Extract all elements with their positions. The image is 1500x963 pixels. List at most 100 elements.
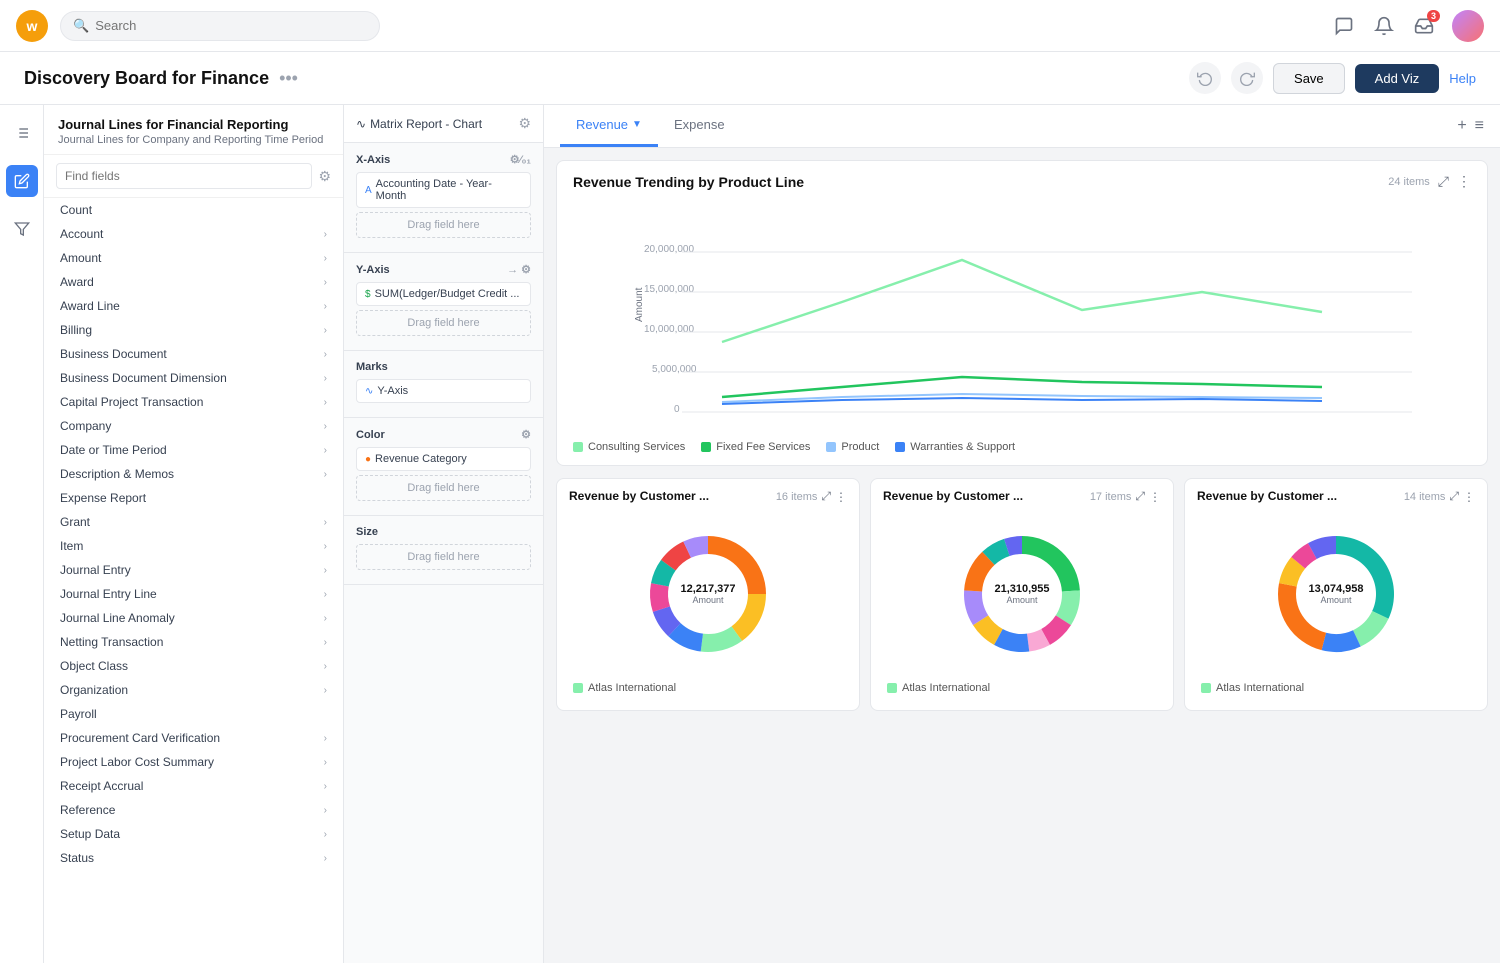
title-area: Discovery Board for Finance ••• (24, 68, 298, 89)
line-chart-title: Revenue Trending by Product Line (573, 174, 804, 190)
tab-revenue[interactable]: Revenue ▼ (560, 105, 658, 147)
tab-expense[interactable]: Expense (658, 105, 741, 147)
tab-actions: + ≡ (1457, 117, 1484, 135)
donut-menu-button[interactable]: ⋮ (1149, 490, 1161, 504)
field-search-input[interactable] (56, 163, 312, 189)
sidebar-icon-filter[interactable] (6, 213, 38, 245)
line-chart-expand-button[interactable]: ⤢ (1438, 173, 1449, 190)
field-item[interactable]: Project Labor Cost Summary › (48, 750, 339, 774)
donuts-row: Revenue by Customer ... 16 items ⤢ ⋮ 12,… (556, 478, 1488, 711)
help-button[interactable]: Help (1449, 71, 1476, 86)
field-item[interactable]: Business Document › (48, 342, 339, 366)
svg-text:Amount: Amount (634, 287, 645, 322)
color-drag-zone[interactable]: Drag field here (356, 475, 531, 501)
logo[interactable]: w (16, 10, 48, 42)
field-item[interactable]: Grant › (48, 510, 339, 534)
x-axis-drag-zone[interactable]: Drag field here (356, 212, 531, 238)
field-item[interactable]: Journal Entry Line › (48, 582, 339, 606)
x-axis-pill[interactable]: A Accounting Date - Year-Month (356, 172, 531, 208)
legend-color (573, 442, 583, 452)
color-pill-icon: ● (365, 454, 371, 465)
color-pill[interactable]: ● Revenue Category (356, 447, 531, 471)
field-item[interactable]: Status › (48, 846, 339, 870)
y-axis-label: Y-Axis (356, 264, 390, 276)
field-item[interactable]: Billing › (48, 318, 339, 342)
donut-segment[interactable] (1336, 536, 1394, 619)
donut-title: Revenue by Customer ... (883, 489, 1023, 503)
field-item[interactable]: Journal Line Anomaly › (48, 606, 339, 630)
y-axis-pill[interactable]: $ SUM(Ledger/Budget Credit ... (356, 282, 531, 306)
donut-expand-button[interactable]: ⤢ (1449, 489, 1459, 504)
donut-segment[interactable] (1353, 611, 1388, 646)
y-axis-drag-zone[interactable]: Drag field here (356, 310, 531, 336)
donut-meta: 17 items ⤢ ⋮ (1090, 489, 1161, 504)
field-item[interactable]: Journal Entry › (48, 558, 339, 582)
tab-add-button[interactable]: + (1457, 117, 1466, 135)
field-item[interactable]: Award Line › (48, 294, 339, 318)
field-item[interactable]: Business Document Dimension › (48, 366, 339, 390)
marks-pill[interactable]: ∿ Y-Axis (356, 379, 531, 403)
search-bar[interactable]: 🔍 (60, 11, 380, 41)
line-chart-svg: 0 5,000,000 10,000,000 15,000,000 20,000… (573, 202, 1471, 422)
donut-wrap: 21,310,955 Amount (871, 510, 1173, 678)
line-chart-legend: Consulting Services Fixed Fee Services P… (557, 433, 1487, 465)
field-settings-icon[interactable]: ⚙ (318, 168, 331, 185)
field-item[interactable]: Company › (48, 414, 339, 438)
chat-icon[interactable] (1332, 14, 1356, 38)
y-axis-settings-icon[interactable]: → ⚙ (507, 263, 531, 276)
color-settings-icon[interactable]: ⚙ (521, 428, 531, 441)
y-axis-section: Y-Axis → ⚙ $ SUM(Ledger/Budget Credit ..… (344, 253, 543, 351)
legend-item: Consulting Services (573, 441, 685, 453)
size-section: Size Drag field here (344, 516, 543, 585)
field-item[interactable]: Amount › (48, 246, 339, 270)
donut-legend-label: Atlas International (902, 682, 990, 694)
line-chart-menu-button[interactable]: ⋮ (1457, 173, 1471, 190)
field-item[interactable]: Item › (48, 534, 339, 558)
content-tabs: Revenue ▼ Expense + ≡ (544, 105, 1500, 148)
donut-segment[interactable] (1278, 583, 1326, 650)
donut-segment[interactable] (708, 536, 766, 594)
undo-button[interactable] (1189, 62, 1221, 94)
field-item[interactable]: Capital Project Transaction › (48, 390, 339, 414)
config-settings-icon[interactable]: ⚙ (518, 115, 531, 132)
fields-list: Count Account › Amount › Award › Award L… (44, 198, 343, 963)
field-item[interactable]: Award › (48, 270, 339, 294)
x-axis-pill-icon: A (365, 185, 372, 196)
legend-color (895, 442, 905, 452)
field-item[interactable]: Account › (48, 222, 339, 246)
size-drag-zone[interactable]: Drag field here (356, 544, 531, 570)
add-viz-button[interactable]: Add Viz (1355, 64, 1440, 93)
donut-header: Revenue by Customer ... 17 items ⤢ ⋮ (871, 479, 1173, 510)
redo-button[interactable] (1231, 62, 1263, 94)
field-item[interactable]: Reference › (48, 798, 339, 822)
bell-icon[interactable] (1372, 14, 1396, 38)
field-item[interactable]: Netting Transaction › (48, 630, 339, 654)
field-item[interactable]: Organization › (48, 678, 339, 702)
donut-menu-button[interactable]: ⋮ (835, 490, 847, 504)
sidebar-icon-list[interactable] (6, 117, 38, 149)
sidebar-icon-edit[interactable] (6, 165, 38, 197)
donut-wrap: 13,074,958 Amount (1185, 510, 1487, 678)
field-item[interactable]: Object Class › (48, 654, 339, 678)
field-item[interactable]: Date or Time Period › (48, 438, 339, 462)
x-axis-settings-icon[interactable]: ⚙⁄₀₁ (510, 153, 531, 166)
left-panel: Journal Lines for Financial Reporting Jo… (44, 105, 344, 963)
donut-menu-button[interactable]: ⋮ (1463, 490, 1475, 504)
donut-expand-button[interactable]: ⤢ (821, 489, 831, 504)
donut-segment[interactable] (1022, 536, 1080, 591)
search-input[interactable] (95, 18, 367, 33)
page-menu-button[interactable]: ••• (279, 68, 298, 89)
donut-expand-button[interactable]: ⤢ (1135, 489, 1145, 504)
tab-menu-button[interactable]: ≡ (1475, 117, 1484, 135)
save-button[interactable]: Save (1273, 63, 1345, 94)
field-item[interactable]: Description & Memos › (48, 462, 339, 486)
field-item[interactable]: Receipt Accrual › (48, 774, 339, 798)
field-item[interactable]: Count (48, 198, 339, 222)
field-item[interactable]: Expense Report (48, 486, 339, 510)
field-item[interactable]: Payroll (48, 702, 339, 726)
field-item[interactable]: Procurement Card Verification › (48, 726, 339, 750)
field-item[interactable]: Setup Data › (48, 822, 339, 846)
user-avatar[interactable] (1452, 10, 1484, 42)
field-search-area: ⚙ (44, 155, 343, 198)
inbox-icon[interactable]: 3 (1412, 14, 1436, 38)
